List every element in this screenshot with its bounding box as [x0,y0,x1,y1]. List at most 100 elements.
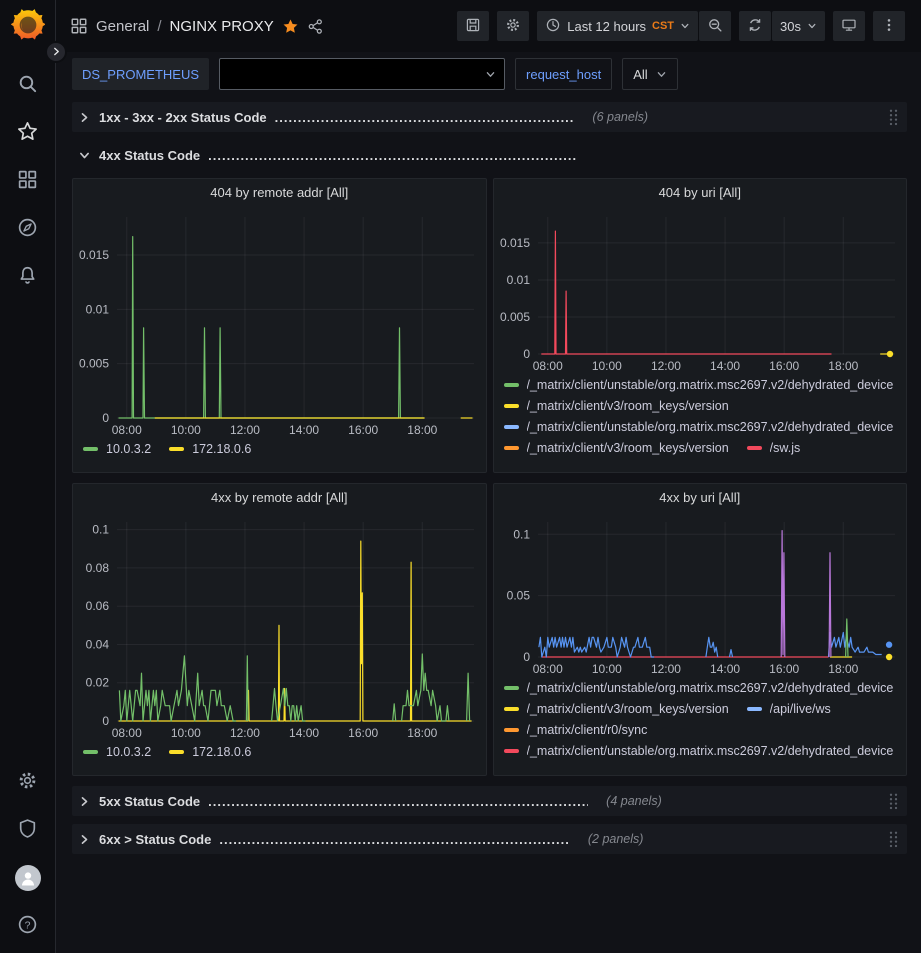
legend-row: 10.0.3.2 172.18.0.6 [83,442,476,456]
request-host-select[interactable]: All [622,58,677,90]
sidebar-item-server-admin[interactable] [5,813,51,847]
favorite-star-icon[interactable] [282,18,299,35]
svg-text:16:00: 16:00 [769,662,799,676]
svg-text:0: 0 [102,411,109,425]
sidebar-item-help[interactable]: ? [5,909,51,943]
row-title-dots: ........................................… [275,110,575,125]
svg-text:14:00: 14:00 [289,726,319,740]
legend-item[interactable]: /_matrix/client/v3/room_keys/version [504,702,729,716]
legend-row: /_matrix/client/r0/sync [504,723,897,737]
grafana-logo[interactable] [11,8,45,42]
redacted-value [228,59,485,89]
sidebar-item-search[interactable] [5,68,51,102]
timeseries-chart[interactable]: 08:0010:0012:0014:0016:0018:0000.050.1 [494,512,907,679]
row-panel-count: (4 panels) [606,794,662,808]
gear-icon [17,770,38,794]
timeseries-chart[interactable]: 08:0010:0012:0014:0016:0018:0000.0050.01… [73,207,486,440]
svg-text:12:00: 12:00 [230,423,260,437]
panel-legend: 10.0.3.2 172.18.0.6 [73,440,486,472]
legend-item[interactable]: /_matrix/client/unstable/org.matrix.msc2… [504,681,894,695]
svg-text:18:00: 18:00 [828,662,858,676]
panel-title[interactable]: 4xx by uri [All] [494,484,907,512]
sidebar-item-alerting[interactable] [5,260,51,294]
legend-item[interactable]: /_matrix/client/v3/room_keys/version [504,399,729,413]
sidebar-item-configuration[interactable] [5,765,51,799]
drag-handle-icon[interactable] [888,108,899,127]
svg-text:?: ? [25,920,31,932]
breadcrumb-folder[interactable]: General [96,18,149,35]
legend-label: /_matrix/client/unstable/org.matrix.msc2… [527,744,894,758]
refresh-interval-picker[interactable]: 30s [772,11,825,41]
save-dashboard-button[interactable] [457,11,489,41]
request-host-value: All [633,67,647,82]
zoom-out-time-button[interactable] [699,11,731,41]
legend-swatch [504,383,519,387]
legend-label: /sw.js [770,441,801,455]
breadcrumb: General / NGINX PROXY [70,17,324,35]
svg-text:12:00: 12:00 [650,359,680,373]
row-5xx[interactable]: 5xx Status Code ........................… [72,786,907,816]
legend-swatch [504,749,519,753]
monitor-icon [841,17,857,36]
legend-item[interactable]: /api/live/ws [747,702,831,716]
timeseries-chart[interactable]: 08:0010:0012:0014:0016:0018:0000.0050.01… [494,207,907,376]
panel-legend: /_matrix/client/unstable/org.matrix.msc2… [494,679,907,775]
timeseries-chart[interactable]: 08:0010:0012:0014:0016:0018:0000.020.040… [73,512,486,743]
dashboard-canvas: 1xx - 3xx - 2xx Status Code ............… [56,98,921,953]
time-range-picker[interactable]: Last 12 hours CST [537,11,698,41]
avatar [15,865,41,891]
panel-title[interactable]: 404 by remote addr [All] [73,179,486,207]
legend-item[interactable]: 172.18.0.6 [169,745,251,759]
row-title-dots: ........................................… [219,832,570,847]
dashboard-title[interactable]: NGINX PROXY [170,18,274,35]
panel-title[interactable]: 404 by uri [All] [494,179,907,207]
row-4xx[interactable]: 4xx Status Code ........................… [72,140,907,170]
panel-legend: /_matrix/client/unstable/org.matrix.msc2… [494,376,907,472]
dashboards-grid-icon[interactable] [70,17,88,35]
time-controls: Last 12 hours CST [537,11,731,41]
legend-label: 10.0.3.2 [106,442,151,456]
legend-item[interactable]: /_matrix/client/r0/sync [504,723,648,737]
legend-swatch [504,404,519,408]
datasource-select[interactable] [219,58,505,90]
chevron-down-icon [680,19,690,34]
sidebar-item-explore[interactable] [5,212,51,246]
drag-handle-icon[interactable] [888,830,899,849]
svg-text:18:00: 18:00 [407,423,437,437]
svg-text:0.005: 0.005 [79,357,109,371]
sidebar-expand-button[interactable] [45,41,67,63]
panel-404-by-remote-addr-all-: 404 by remote addr [All]08:0010:0012:001… [72,178,487,473]
zoom-out-icon [707,17,723,36]
legend-item[interactable]: 172.18.0.6 [169,442,251,456]
legend-label: /_matrix/client/v3/room_keys/version [527,702,729,716]
legend-item[interactable]: /sw.js [747,441,801,455]
legend-row: /_matrix/client/unstable/org.matrix.msc2… [504,681,897,695]
chevron-right-icon [78,833,91,846]
sidebar-item-profile[interactable] [5,861,51,895]
legend-item[interactable]: /_matrix/client/v3/room_keys/version [504,441,729,455]
more-options-button[interactable] [873,11,905,41]
panel-title[interactable]: 4xx by remote addr [All] [73,484,486,512]
sidebar-item-starred[interactable] [5,116,51,150]
legend-label: /_matrix/client/v3/room_keys/version [527,399,729,413]
dashboard-settings-button[interactable] [497,11,529,41]
dashboard-topbar: General / NGINX PROXY Last 12 hours CST [56,0,921,52]
legend-item[interactable]: 10.0.3.2 [83,745,151,759]
star-outline-icon [17,121,38,145]
grafana-logo-icon [11,30,45,45]
row-1xx-3xx-2xx[interactable]: 1xx - 3xx - 2xx Status Code ............… [72,102,907,132]
drag-handle-icon[interactable] [888,792,899,811]
svg-text:0.05: 0.05 [506,589,530,603]
legend-label: /_matrix/client/r0/sync [527,723,648,737]
legend-item[interactable]: 10.0.3.2 [83,442,151,456]
legend-item[interactable]: /_matrix/client/unstable/org.matrix.msc2… [504,378,894,392]
sidebar-item-dashboards[interactable] [5,164,51,198]
cycle-view-mode-button[interactable] [833,11,865,41]
refresh-button[interactable] [739,11,771,41]
chevron-down-icon [807,19,817,34]
svg-text:18:00: 18:00 [407,726,437,740]
legend-item[interactable]: /_matrix/client/unstable/org.matrix.msc2… [504,744,894,758]
share-icon[interactable] [307,18,324,35]
legend-item[interactable]: /_matrix/client/unstable/org.matrix.msc2… [504,420,894,434]
row-6xx[interactable]: 6xx > Status Code ......................… [72,824,907,854]
